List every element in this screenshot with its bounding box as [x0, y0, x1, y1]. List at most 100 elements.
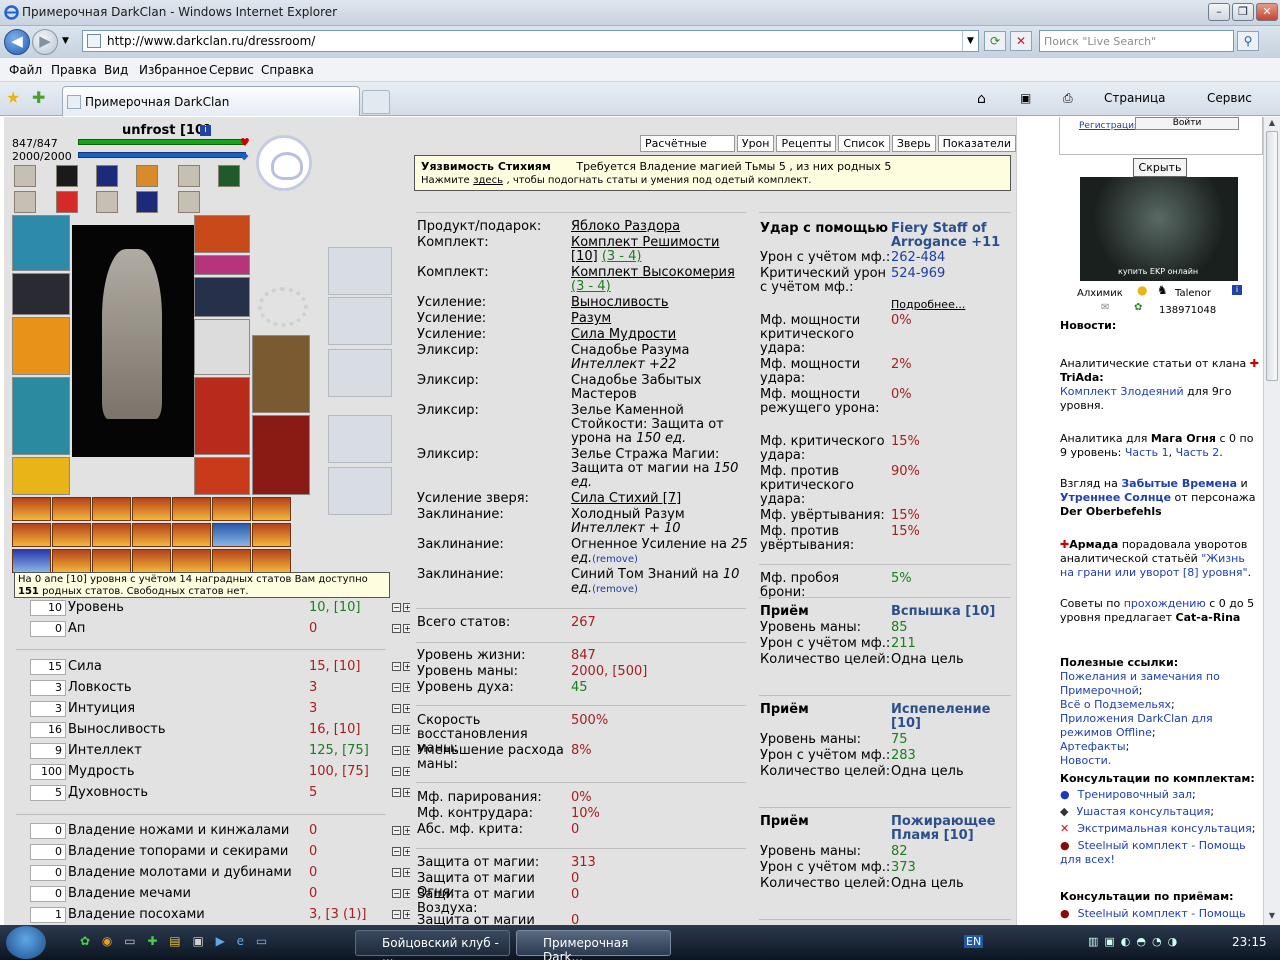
gloves-slot[interactable]	[194, 277, 250, 317]
consult-link[interactable]: Ушастая консультация	[1076, 805, 1210, 818]
quicklaunch-icon[interactable]: ✚	[147, 934, 157, 948]
menu-favorites[interactable]: Избранное	[139, 63, 207, 77]
stat-input[interactable]: 1	[30, 907, 66, 923]
stat-minus-icon[interactable]: −	[392, 704, 401, 713]
item-name[interactable]: Снадобье Разума	[571, 343, 689, 358]
vertical-scrollbar[interactable]: ▲ ▼	[1263, 117, 1280, 925]
ekp-banner[interactable]: купить EKP онлайн	[1080, 177, 1238, 281]
buff-icon[interactable]	[92, 549, 131, 573]
fit-stats-link[interactable]: здесь	[473, 175, 503, 186]
stat-input[interactable]: 0	[30, 621, 66, 637]
cloak-slot[interactable]	[252, 335, 310, 413]
forward-button[interactable]: ▶	[32, 29, 58, 55]
menu-file[interactable]: Файл	[9, 63, 42, 77]
bracers-slot[interactable]	[12, 273, 70, 315]
hide-button[interactable]: Скрыть	[1133, 158, 1187, 177]
buff-icon[interactable]	[172, 497, 211, 521]
stat-minus-icon[interactable]: −	[392, 910, 401, 919]
item-value[interactable]: Синий Том Знаний на 10 ед.(remove)	[571, 568, 749, 597]
quicklaunch-icon[interactable]: ▭	[124, 934, 135, 948]
more-link[interactable]: Подробнее...	[891, 298, 965, 312]
item-name[interactable]: Снадобье Забытых Мастеров	[571, 373, 701, 402]
remove-link[interactable]: (remove)	[592, 554, 638, 565]
weapon-name[interactable]: Fiery Staff of Arrogance +11	[891, 222, 1007, 250]
amulet-slot[interactable]	[194, 215, 250, 253]
hands-slot[interactable]	[328, 297, 392, 345]
stat-minus-icon[interactable]: −	[392, 662, 401, 671]
tab-damage[interactable]: Урон	[736, 135, 775, 152]
item-name[interactable]: Холодный Разум	[571, 507, 685, 522]
page-menu[interactable]: Страница	[1104, 91, 1166, 105]
shield-icon[interactable]	[56, 165, 78, 187]
buff-icon[interactable]	[132, 497, 171, 521]
stat-input[interactable]: 9	[30, 743, 66, 759]
buff-icon[interactable]	[132, 549, 171, 573]
pet-slot[interactable]	[328, 349, 392, 397]
useful-link[interactable]: Пожелания и замечания по Примерочной	[1060, 670, 1220, 697]
scroll-down-icon[interactable]: ▼	[1266, 911, 1278, 923]
print-icon[interactable]: ⎙	[1063, 91, 1073, 106]
gem-icon[interactable]	[218, 165, 240, 187]
item-level[interactable]: [10]	[571, 249, 598, 264]
stat-minus-icon[interactable]: −	[392, 847, 401, 856]
item-value[interactable]: Снадобье Разума Интеллект +22	[571, 344, 749, 372]
mail-icon[interactable]: ✉	[1101, 302, 1109, 313]
item-name[interactable]: Огненное Усиление на	[571, 537, 727, 552]
belt-slot[interactable]	[12, 457, 70, 495]
bow-icon[interactable]	[14, 165, 36, 187]
item-value[interactable]: Комплект Решимости [10] (3 - 4)	[571, 236, 749, 264]
taskbar-button-1[interactable]: Бойцовский клуб - ...	[355, 930, 510, 960]
stat-input[interactable]: 0	[30, 886, 66, 902]
stat-minus-icon[interactable]: −	[392, 725, 401, 734]
buff-icon[interactable]	[132, 523, 171, 547]
start-button[interactable]	[6, 926, 46, 959]
stat-minus-icon[interactable]: −	[392, 683, 401, 692]
item-set-range[interactable]: (3 - 4)	[602, 249, 642, 264]
item-name[interactable]: Комплект Высокомерия	[571, 265, 735, 280]
quicklaunch-icon[interactable]: ▣	[192, 934, 203, 948]
stat-input[interactable]: 10	[30, 600, 66, 616]
buff-icon[interactable]	[212, 523, 251, 547]
buff-icon[interactable]	[92, 497, 131, 521]
item-value[interactable]: Снадобье Забытых Мастеров	[571, 374, 749, 402]
item-value[interactable]: Зелье Каменной Стойкости: Защита от урон…	[571, 404, 749, 446]
scroll-2-icon[interactable]	[14, 191, 36, 213]
item-name[interactable]: Зелье Стража Магии: Защита от магии на	[571, 447, 719, 476]
history-dropdown-icon[interactable]: ▼	[62, 36, 69, 46]
item-value[interactable]: Сила Мудрости	[571, 328, 749, 342]
tab-recipes[interactable]: Рецепты	[776, 135, 837, 152]
buff-icon[interactable]	[52, 549, 91, 573]
consult-link[interactable]: Тренировочный зал	[1078, 788, 1192, 801]
stat-input[interactable]: 0	[30, 823, 66, 839]
item-value[interactable]: Комплект Высокомерия (3 - 4)	[571, 266, 749, 294]
home-icon[interactable]: ⌂	[977, 91, 986, 107]
figure-slot-1[interactable]	[328, 415, 392, 463]
buff-icon[interactable]	[212, 497, 251, 521]
tools-menu[interactable]: Сервис	[1207, 91, 1252, 105]
stat-input[interactable]: 3	[30, 701, 66, 717]
useful-link[interactable]: Артефакты	[1060, 740, 1126, 753]
buff-icon[interactable]	[212, 549, 251, 573]
quicklaunch-icon[interactable]: ◉	[102, 934, 112, 948]
stat-input[interactable]: 100	[30, 764, 66, 780]
helmet-slot[interactable]	[12, 215, 70, 271]
stat-input[interactable]: 5	[30, 785, 66, 801]
item-value[interactable]: Холодный Разум Интеллект + 10	[571, 508, 749, 536]
stat-minus-icon[interactable]: −	[392, 868, 401, 877]
buff-icon[interactable]	[52, 523, 91, 547]
close-button[interactable]: ✕	[1256, 3, 1278, 21]
menu-view[interactable]: Вид	[104, 63, 128, 77]
search-input[interactable]: Поиск "Live Search"	[1039, 30, 1234, 52]
stat-input[interactable]: 16	[30, 722, 66, 738]
quicklaunch-icon[interactable]: ▶	[216, 934, 225, 948]
cancel-icon[interactable]	[178, 191, 200, 213]
skill-name[interactable]: Испепеление [10]	[891, 703, 1007, 731]
stat-minus-icon[interactable]: −	[392, 826, 401, 835]
boots-slot[interactable]	[194, 457, 250, 495]
tab-pet[interactable]: Зверь	[891, 135, 936, 152]
buff-icon[interactable]	[12, 497, 51, 521]
login-button[interactable]: Войти	[1135, 117, 1239, 130]
menu-help[interactable]: Справка	[261, 63, 314, 77]
item-name[interactable]: Комплект Решимости	[571, 235, 719, 250]
refresh-button[interactable]: ⟳	[984, 31, 1006, 51]
